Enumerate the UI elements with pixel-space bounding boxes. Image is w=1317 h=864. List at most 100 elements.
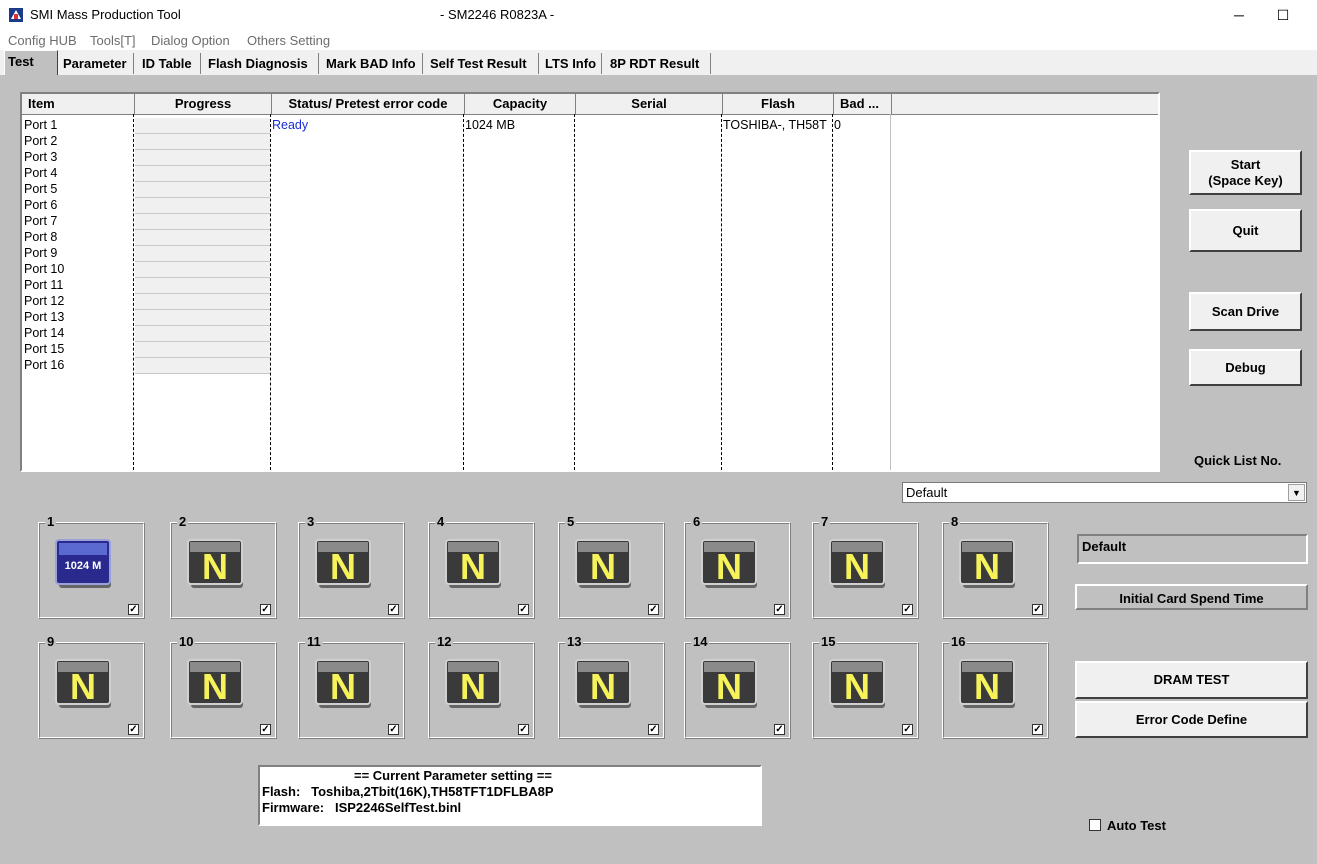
header-progress[interactable]: Progress — [135, 94, 272, 114]
tab-self-test-result[interactable]: Self Test Result — [427, 53, 539, 74]
dram-test-button[interactable]: DRAM TEST — [1075, 661, 1308, 699]
slot-checkbox[interactable]: ✓ — [1032, 604, 1043, 615]
port-slot-15[interactable]: 15 N ✓ — [812, 634, 919, 739]
no-device-icon: N — [187, 539, 243, 588]
port-slot-11[interactable]: 11 N ✓ — [298, 634, 405, 739]
port-slot-2[interactable]: 2 N ✓ — [170, 514, 277, 619]
quick-list-dropdown[interactable]: Default ▼ — [902, 482, 1307, 503]
port-slot-16[interactable]: 16 N ✓ — [942, 634, 1049, 739]
slot-number: 10 — [177, 634, 196, 649]
slot-number: 13 — [565, 634, 584, 649]
slot-number: 14 — [691, 634, 710, 649]
tab-lts-info[interactable]: LTS Info — [542, 53, 602, 74]
slot-checkbox[interactable]: ✓ — [260, 604, 271, 615]
column-divider — [133, 114, 134, 470]
progress-bar — [135, 166, 270, 182]
slot-letter: N — [330, 546, 356, 587]
slot-checkbox[interactable]: ✓ — [518, 604, 529, 615]
slot-checkbox[interactable]: ✓ — [128, 724, 139, 735]
window-title: SMI Mass Production Tool — [30, 7, 181, 22]
slot-checkbox[interactable]: ✓ — [388, 604, 399, 615]
port-slot-9[interactable]: 9 N ✓ — [38, 634, 145, 739]
tab-test[interactable]: Test — [4, 50, 58, 75]
port-slot-6[interactable]: 6 N ✓ — [684, 514, 791, 619]
slot-letter: N — [974, 546, 1000, 587]
slot-checkbox[interactable]: ✓ — [648, 604, 659, 615]
scan-drive-button[interactable]: Scan Drive — [1189, 292, 1302, 331]
progress-bar — [135, 118, 270, 134]
port-grid[interactable]: Item Progress Status/ Pretest error code… — [20, 92, 1160, 472]
tab-mark-bad-info[interactable]: Mark BAD Info — [323, 53, 423, 74]
debug-button[interactable]: Debug — [1189, 349, 1302, 386]
no-device-icon: N — [315, 659, 371, 708]
initial-card-spend-time-label: Initial Card Spend Time — [1119, 591, 1264, 606]
port-slot-5[interactable]: 5 N ✓ — [558, 514, 665, 619]
current-parameter-box: == Current Parameter setting == Flash: T… — [258, 765, 762, 826]
quit-button[interactable]: Quit — [1189, 209, 1302, 252]
slot-checkbox[interactable]: ✓ — [902, 604, 913, 615]
no-device-icon: N — [575, 539, 631, 588]
slot-checkbox[interactable]: ✓ — [774, 724, 785, 735]
tab-id-table[interactable]: ID Table — [139, 53, 201, 74]
slot-number: 9 — [45, 634, 57, 649]
header-bad[interactable]: Bad ... — [834, 94, 892, 114]
slot-checkbox[interactable]: ✓ — [774, 604, 785, 615]
port-slot-10[interactable]: 10 N ✓ — [170, 634, 277, 739]
column-divider — [270, 114, 271, 470]
port-slot-1[interactable]: 1 1024 M ✓ — [38, 514, 145, 619]
port-slot-14[interactable]: 14 N ✓ — [684, 634, 791, 739]
port-slot-13[interactable]: 13 N ✓ — [558, 634, 665, 739]
slot-checkbox[interactable]: ✓ — [902, 724, 913, 735]
slot-number: 1 — [45, 514, 57, 529]
menu-dialog-option[interactable]: Dialog Option — [151, 33, 230, 48]
tab-flash-diagnosis[interactable]: Flash Diagnosis — [205, 53, 319, 74]
chevron-down-icon[interactable]: ▼ — [1288, 484, 1305, 501]
slot-letter: N — [460, 666, 486, 707]
slot-checkbox[interactable]: ✓ — [1032, 724, 1043, 735]
slot-letter: N — [844, 546, 870, 587]
slot-checkbox[interactable]: ✓ — [518, 724, 529, 735]
menu-tools[interactable]: Tools[T] — [90, 33, 136, 48]
start-button[interactable]: Start (Space Key) — [1189, 150, 1302, 195]
column-divider — [574, 114, 575, 470]
auto-test-checkbox[interactable] — [1089, 819, 1101, 831]
tab-8p-rdt-result[interactable]: 8P RDT Result — [607, 53, 711, 74]
slot-checkbox[interactable]: ✓ — [388, 724, 399, 735]
minimize-button[interactable]: ─ — [1216, 0, 1262, 30]
port-label: Port 9 — [24, 246, 58, 260]
slot-checkbox[interactable]: ✓ — [648, 724, 659, 735]
port-slot-3[interactable]: 3 N ✓ — [298, 514, 405, 619]
port-slot-7[interactable]: 7 N ✓ — [812, 514, 919, 619]
app-icon — [9, 8, 23, 22]
tab-parameter[interactable]: Parameter — [60, 53, 134, 74]
column-divider — [890, 114, 891, 470]
error-code-define-button[interactable]: Error Code Define — [1075, 701, 1308, 738]
slot-number: 8 — [949, 514, 961, 529]
progress-bar — [135, 150, 270, 166]
port-slot-8[interactable]: 8 N ✓ — [942, 514, 1049, 619]
header-status[interactable]: Status/ Pretest error code — [272, 94, 465, 114]
slot-checkbox[interactable]: ✓ — [128, 604, 139, 615]
slot-letter: N — [202, 546, 228, 587]
header-item[interactable]: Item — [22, 94, 135, 114]
port-slot-4[interactable]: 4 N ✓ — [428, 514, 535, 619]
port-label: Port 5 — [24, 182, 58, 196]
header-capacity[interactable]: Capacity — [465, 94, 576, 114]
port-slot-12[interactable]: 12 N ✓ — [428, 634, 535, 739]
slot-checkbox[interactable]: ✓ — [260, 724, 271, 735]
port-label: Port 13 — [24, 310, 65, 324]
header-flash[interactable]: Flash — [723, 94, 834, 114]
start-key-label: (Space Key) — [1208, 172, 1283, 188]
maximize-button[interactable]: ☐ — [1260, 0, 1306, 30]
menu-others-setting[interactable]: Others Setting — [247, 33, 330, 48]
auto-test-label[interactable]: Auto Test — [1107, 818, 1166, 833]
port-label: Port 3 — [24, 150, 58, 164]
port-label: Port 16 — [24, 358, 65, 372]
parameter-heading: == Current Parameter setting == — [354, 768, 552, 783]
header-serial[interactable]: Serial — [576, 94, 723, 114]
menu-config-hub[interactable]: Config HUB — [8, 33, 77, 48]
progress-bar — [135, 326, 270, 342]
port-label: Port 10 — [24, 262, 65, 276]
start-label: Start — [1230, 156, 1261, 172]
port-label: Port 8 — [24, 230, 58, 244]
